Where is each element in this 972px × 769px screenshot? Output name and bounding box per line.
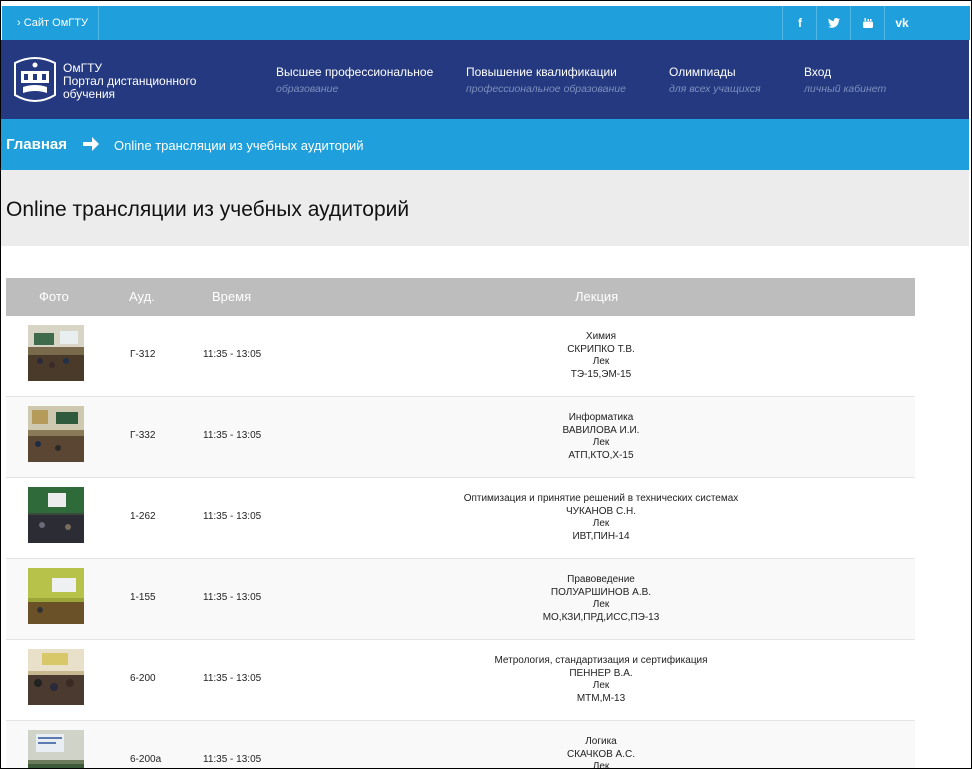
- classroom-photo[interactable]: [28, 487, 84, 543]
- page-title: Online трансляции из учебных аудиторий: [6, 198, 410, 221]
- lecture-teacher: ВАВИЛОВА И.И.: [562, 424, 640, 436]
- site-header: ОмГТУ Портал дистанционного обучения Выс…: [1, 40, 969, 119]
- vk-icon[interactable]: vk: [884, 6, 919, 40]
- aud-cell: Г-332: [130, 430, 156, 441]
- classroom-photo[interactable]: [28, 649, 84, 705]
- lecture-teacher: ПЕННЕР В.А.: [569, 667, 633, 679]
- table-row[interactable]: 1-155 11:35 - 13:05 Правоведение ПОЛУАРШ…: [6, 559, 915, 640]
- lecture-type: Лек: [592, 518, 610, 529]
- youtube-icon[interactable]: [850, 6, 885, 40]
- browser-page: › Сайт ОмГТУ f vk ОмГТУ Портал дистанцио…: [0, 0, 972, 769]
- lecture-type: Лек: [592, 437, 610, 448]
- breadcrumb-current: Online трансляции из учебных аудиторий: [114, 138, 364, 153]
- classroom-photo[interactable]: [28, 568, 84, 624]
- table-header: Фото Ауд. Время Лекция: [6, 278, 915, 316]
- time-cell: 11:35 - 13:05: [203, 349, 262, 360]
- column-header-lecture: Лекция: [575, 289, 619, 304]
- column-header-aud: Ауд.: [129, 289, 155, 304]
- lecture-type: Лек: [592, 599, 610, 610]
- nav-sublabel: образование: [276, 83, 339, 95]
- lecture-groups: МО,КЗИ,ПРД,ИСС,ПЭ-13: [542, 611, 660, 623]
- lecture-groups: АТП,КТО,Х-15: [568, 449, 634, 461]
- lecture-teacher: ПОЛУАРШИНОВ А.В.: [550, 586, 652, 598]
- facebook-icon[interactable]: f: [782, 6, 817, 40]
- lecture-cell: Метрология, стандартизация и сертификаци…: [336, 655, 866, 705]
- logo-text[interactable]: ОмГТУ Портал дистанционного обучения: [63, 62, 196, 101]
- lecture-subject: Логика: [585, 736, 617, 747]
- lecture-type: Лек: [592, 680, 610, 691]
- lecture-subject: Правоведение: [567, 574, 635, 585]
- nav-label: Повышение квалификации: [466, 65, 617, 79]
- title-band: Online трансляции из учебных аудиторий: [1, 170, 969, 246]
- column-header-time: Время: [212, 289, 252, 304]
- nav-label: Олимпиады: [669, 65, 736, 79]
- nav-sublabel: для всех учащихся: [669, 83, 761, 95]
- time-cell: 11:35 - 13:05: [203, 754, 262, 765]
- time-cell: 11:35 - 13:05: [203, 511, 262, 522]
- lecture-cell: Правоведение ПОЛУАРШИНОВ А.В. Лек МО,КЗИ…: [336, 574, 866, 624]
- omstu-logo-icon[interactable]: [11, 55, 59, 105]
- nav-qualification[interactable]: Повышение квалификации профессиональное …: [466, 65, 626, 95]
- time-cell: 11:35 - 13:05: [203, 673, 262, 684]
- aud-cell: Г-312: [130, 349, 156, 360]
- table-row[interactable]: Г-312 11:35 - 13:05 Химия СКРИПКО Т.В. Л…: [6, 316, 915, 397]
- table-row[interactable]: Г-332 11:35 - 13:05 Информатика ВАВИЛОВА…: [6, 397, 915, 478]
- table-row[interactable]: 6-200а 11:35 - 13:05 Логика СКАЧКОВ А.С.…: [6, 721, 915, 769]
- breadcrumb: Главная Online трансляции из учебных ауд…: [1, 119, 969, 170]
- broadcast-table: Фото Ауд. Время Лекция Г-312 11:35 - 13:…: [6, 278, 915, 769]
- classroom-photo[interactable]: [28, 730, 84, 769]
- nav-label: Вход: [804, 65, 832, 79]
- lecture-teacher: ЧУКАНОВ С.Н.: [566, 505, 636, 517]
- nav-sublabel: личный кабинет: [804, 83, 887, 95]
- lecture-groups: МТМ,М-13: [576, 692, 626, 704]
- lecture-teacher: СКРИПКО Т.В.: [567, 343, 635, 355]
- lecture-type: Лек: [592, 761, 610, 769]
- nav-sublabel: профессиональное образование: [466, 83, 626, 95]
- lecture-teacher: СКАЧКОВ А.С.: [567, 748, 635, 760]
- lecture-cell: Оптимизация и принятие решений в техниче…: [336, 493, 866, 543]
- aud-cell: 1-155: [130, 592, 156, 603]
- arrow-right-icon: [83, 137, 99, 151]
- lecture-subject: Информатика: [568, 412, 634, 423]
- lecture-subject: Химия: [585, 331, 617, 342]
- time-cell: 11:35 - 13:05: [203, 430, 262, 441]
- lecture-cell: Логика СКАЧКОВ А.С. Лек: [336, 736, 866, 769]
- lecture-cell: Информатика ВАВИЛОВА И.И. Лек АТП,КТО,Х-…: [336, 412, 866, 462]
- column-header-photo: Фото: [39, 289, 69, 304]
- classroom-photo[interactable]: [28, 325, 84, 381]
- table-row[interactable]: 6-200 11:35 - 13:05 Метрология, стандарт…: [6, 640, 915, 721]
- aud-cell: 6-200а: [130, 754, 162, 765]
- logo-subtitle-2: обучения: [63, 87, 116, 101]
- table-row[interactable]: 1-262 11:35 - 13:05 Оптимизация и принят…: [6, 478, 915, 559]
- lecture-groups: ТЭ-15,ЭМ-15: [570, 368, 632, 380]
- lecture-cell: Химия СКРИПКО Т.В. Лек ТЭ-15,ЭМ-15: [336, 331, 866, 381]
- lecture-groups: ИВТ,ПИН-14: [572, 530, 630, 542]
- nav-olympiads[interactable]: Олимпиады для всех учащихся: [669, 65, 761, 95]
- nav-higher-education[interactable]: Высшее профессиональное образование: [276, 65, 433, 95]
- nav-label: Высшее профессиональное: [276, 65, 434, 79]
- time-cell: 11:35 - 13:05: [203, 592, 262, 603]
- breadcrumb-home-link[interactable]: Главная: [6, 136, 67, 153]
- nav-login[interactable]: Вход личный кабинет: [804, 65, 886, 95]
- site-link[interactable]: › Сайт ОмГТУ: [4, 6, 99, 40]
- aud-cell: 1-262: [130, 511, 156, 522]
- lecture-subject: Оптимизация и принятие решений в техниче…: [463, 493, 739, 504]
- aud-cell: 6-200: [130, 673, 156, 684]
- classroom-photo[interactable]: [28, 406, 84, 462]
- twitter-icon[interactable]: [816, 6, 851, 40]
- lecture-type: Лек: [592, 356, 610, 367]
- lecture-subject: Метрология, стандартизация и сертификаци…: [494, 655, 708, 666]
- top-bar: › Сайт ОмГТУ f vk: [1, 6, 970, 40]
